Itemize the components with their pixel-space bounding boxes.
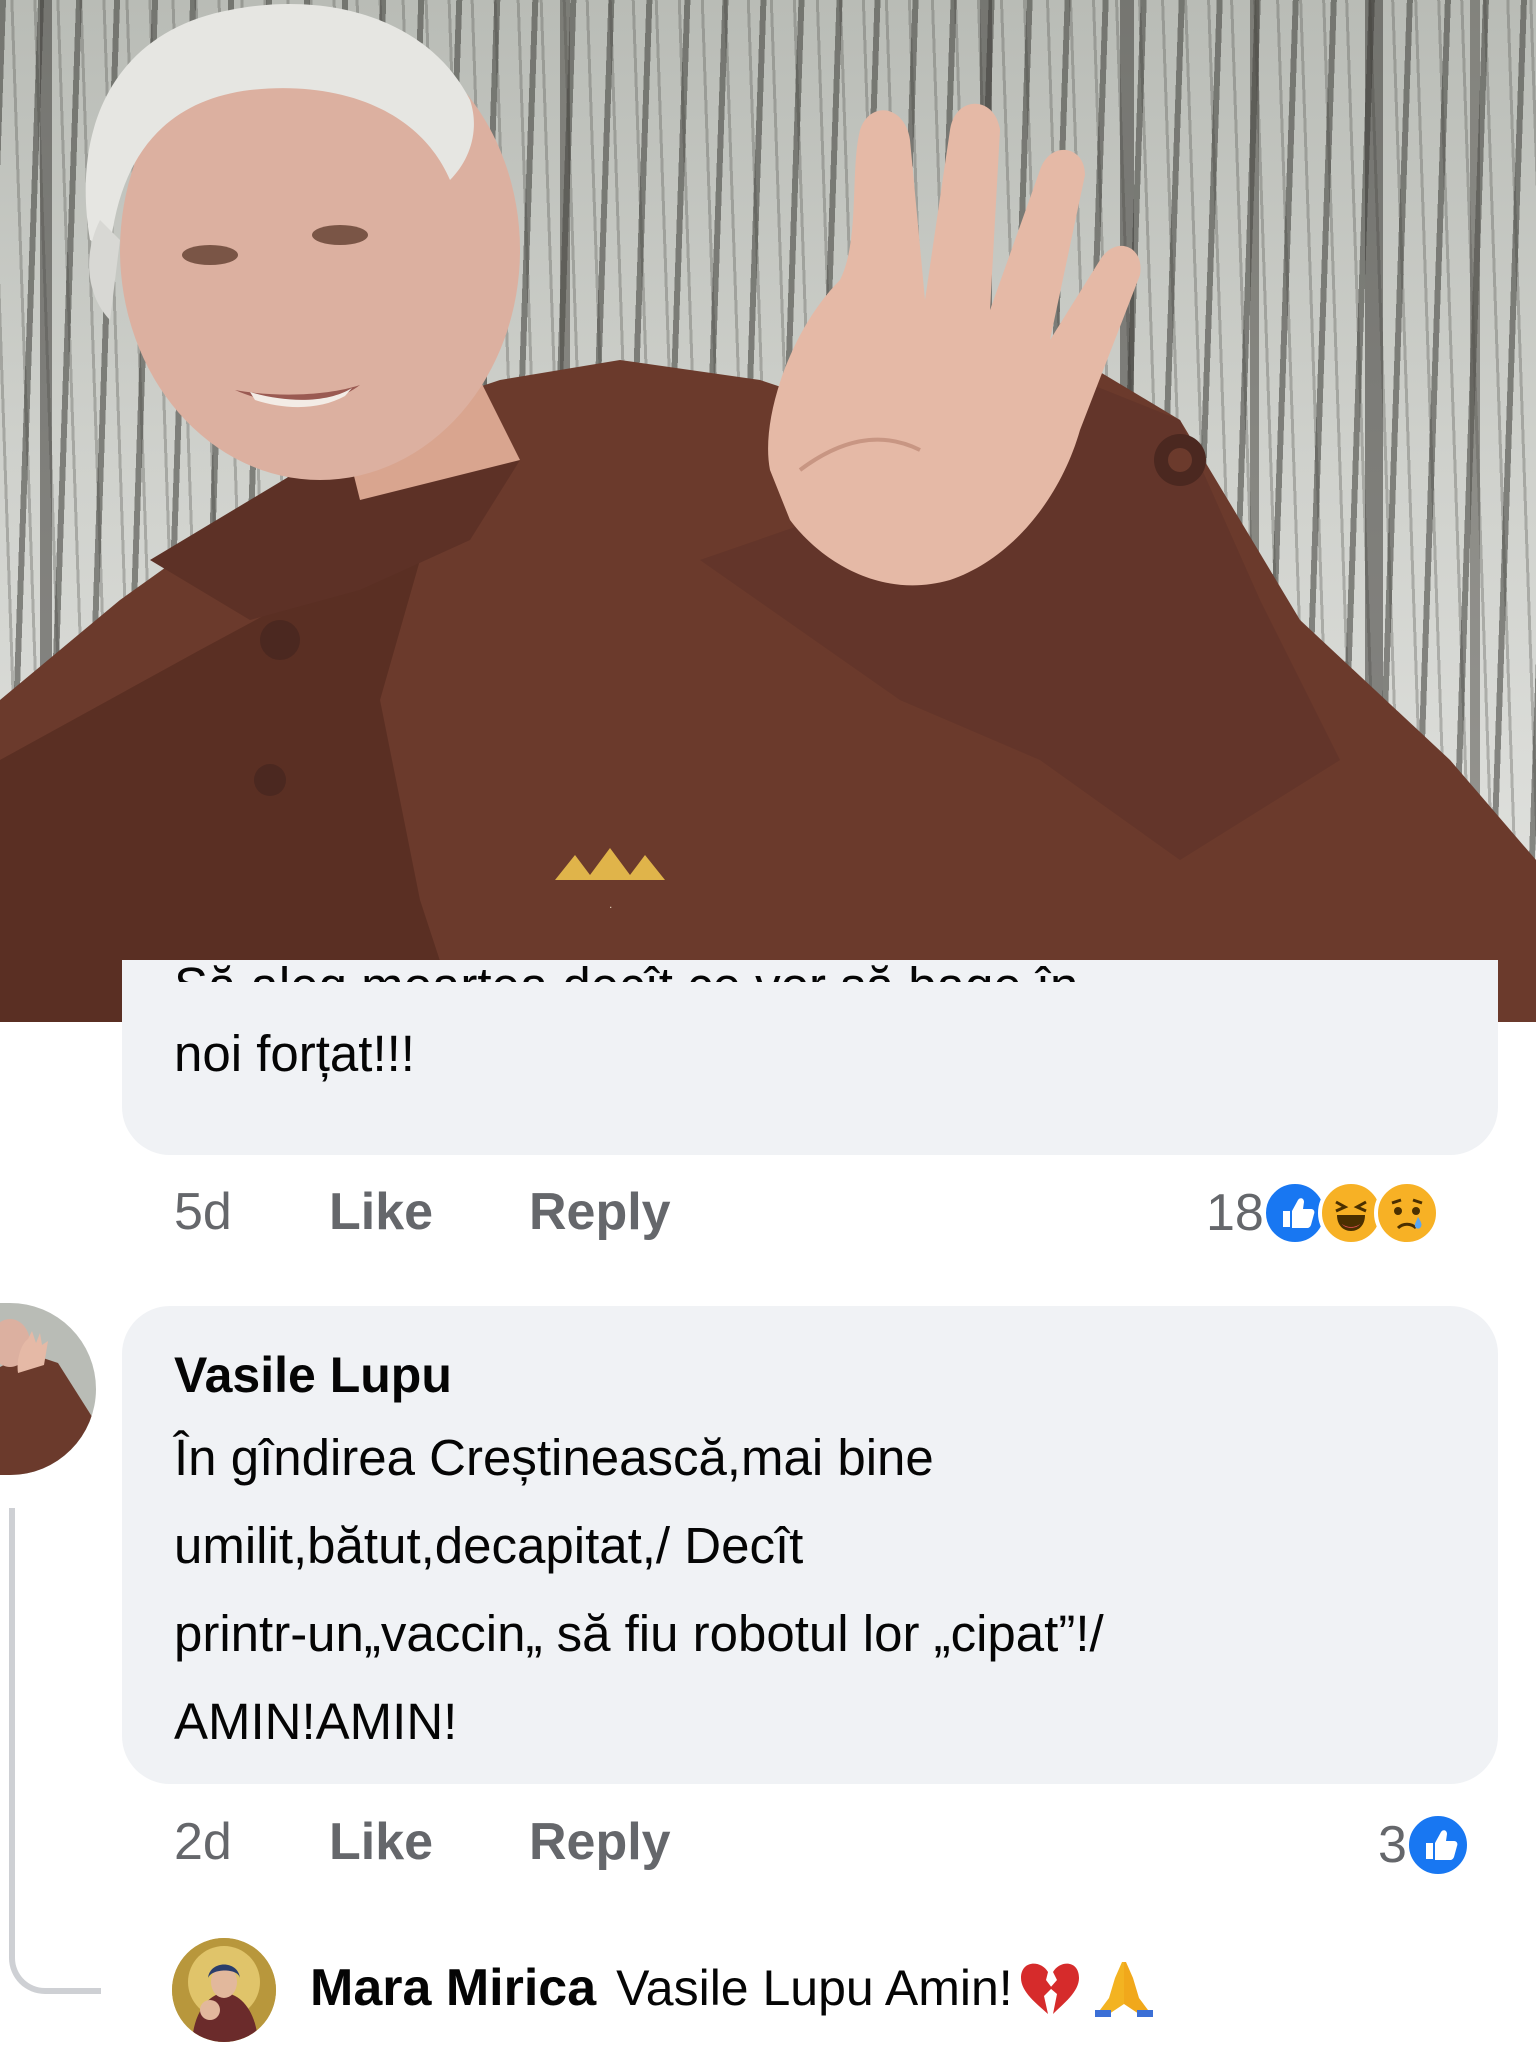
comment-text: noi forțat!!! bbox=[174, 1025, 415, 1082]
reaction-count: 18 bbox=[1206, 1184, 1264, 1242]
comment-line: În gîndirea Creștinească,mai bine bbox=[174, 1429, 934, 1486]
reply-row: Mara Mirica Vasile Lupu Amin! bbox=[310, 1958, 1157, 2018]
avatar[interactable] bbox=[0, 1303, 96, 1475]
like-icon bbox=[1404, 1812, 1471, 1878]
sad-icon bbox=[1373, 1180, 1440, 1246]
reply-author[interactable]: Mara Mirica bbox=[310, 1958, 596, 2018]
comment-timestamp[interactable]: 2d bbox=[174, 1812, 329, 1872]
jacket-logo-text: . bbox=[609, 900, 613, 911]
reaction-summary-top[interactable]: 18 bbox=[1206, 1180, 1440, 1246]
praying-hands-icon bbox=[1091, 1958, 1157, 2018]
comment-text-cut: Să aleg moartea decît ce vor să bage în bbox=[174, 942, 1078, 982]
like-button[interactable]: Like bbox=[329, 1812, 529, 1872]
reply-thread-line bbox=[9, 1508, 101, 1994]
comment-text: În gîndirea Creștinească,mai bine umilit… bbox=[174, 1414, 1104, 1766]
comment-line: printr-un„vaccin„ să fiu robotul lor „ci… bbox=[174, 1605, 1104, 1662]
comment-actions-top: 5d Like Reply bbox=[174, 1182, 671, 1242]
avatar-image bbox=[172, 1938, 276, 2042]
broken-heart-icon bbox=[1017, 1958, 1083, 2018]
avatar-image bbox=[0, 1303, 96, 1475]
photo-illustration bbox=[0, 0, 1536, 1022]
avatar[interactable] bbox=[172, 1938, 276, 2042]
comment-bubble-vasile[interactable]: Vasile Lupu În gîndirea Creștinească,mai… bbox=[122, 1306, 1498, 1784]
like-button[interactable]: Like bbox=[329, 1182, 529, 1242]
reaction-count: 3 bbox=[1378, 1816, 1407, 1874]
reply-text: Vasile Lupu Amin! bbox=[616, 1960, 1013, 2016]
comment-line: AMIN!AMIN! bbox=[174, 1693, 458, 1750]
comment-author[interactable]: Vasile Lupu bbox=[174, 1346, 452, 1404]
reply-button[interactable]: Reply bbox=[529, 1812, 671, 1872]
comment-line: umilit,bătut,decapitat,/ Decît bbox=[174, 1517, 804, 1574]
reaction-summary-vasile[interactable]: 3 bbox=[1378, 1812, 1471, 1878]
reply-button[interactable]: Reply bbox=[529, 1182, 671, 1242]
comment-actions-vasile: 2d Like Reply bbox=[174, 1812, 671, 1872]
comment-bubble-top[interactable]: Să aleg moartea decît ce vor să bage în … bbox=[122, 957, 1498, 1155]
profile-photo-enlarged: . bbox=[0, 0, 1536, 1022]
comment-timestamp[interactable]: 5d bbox=[174, 1182, 329, 1242]
